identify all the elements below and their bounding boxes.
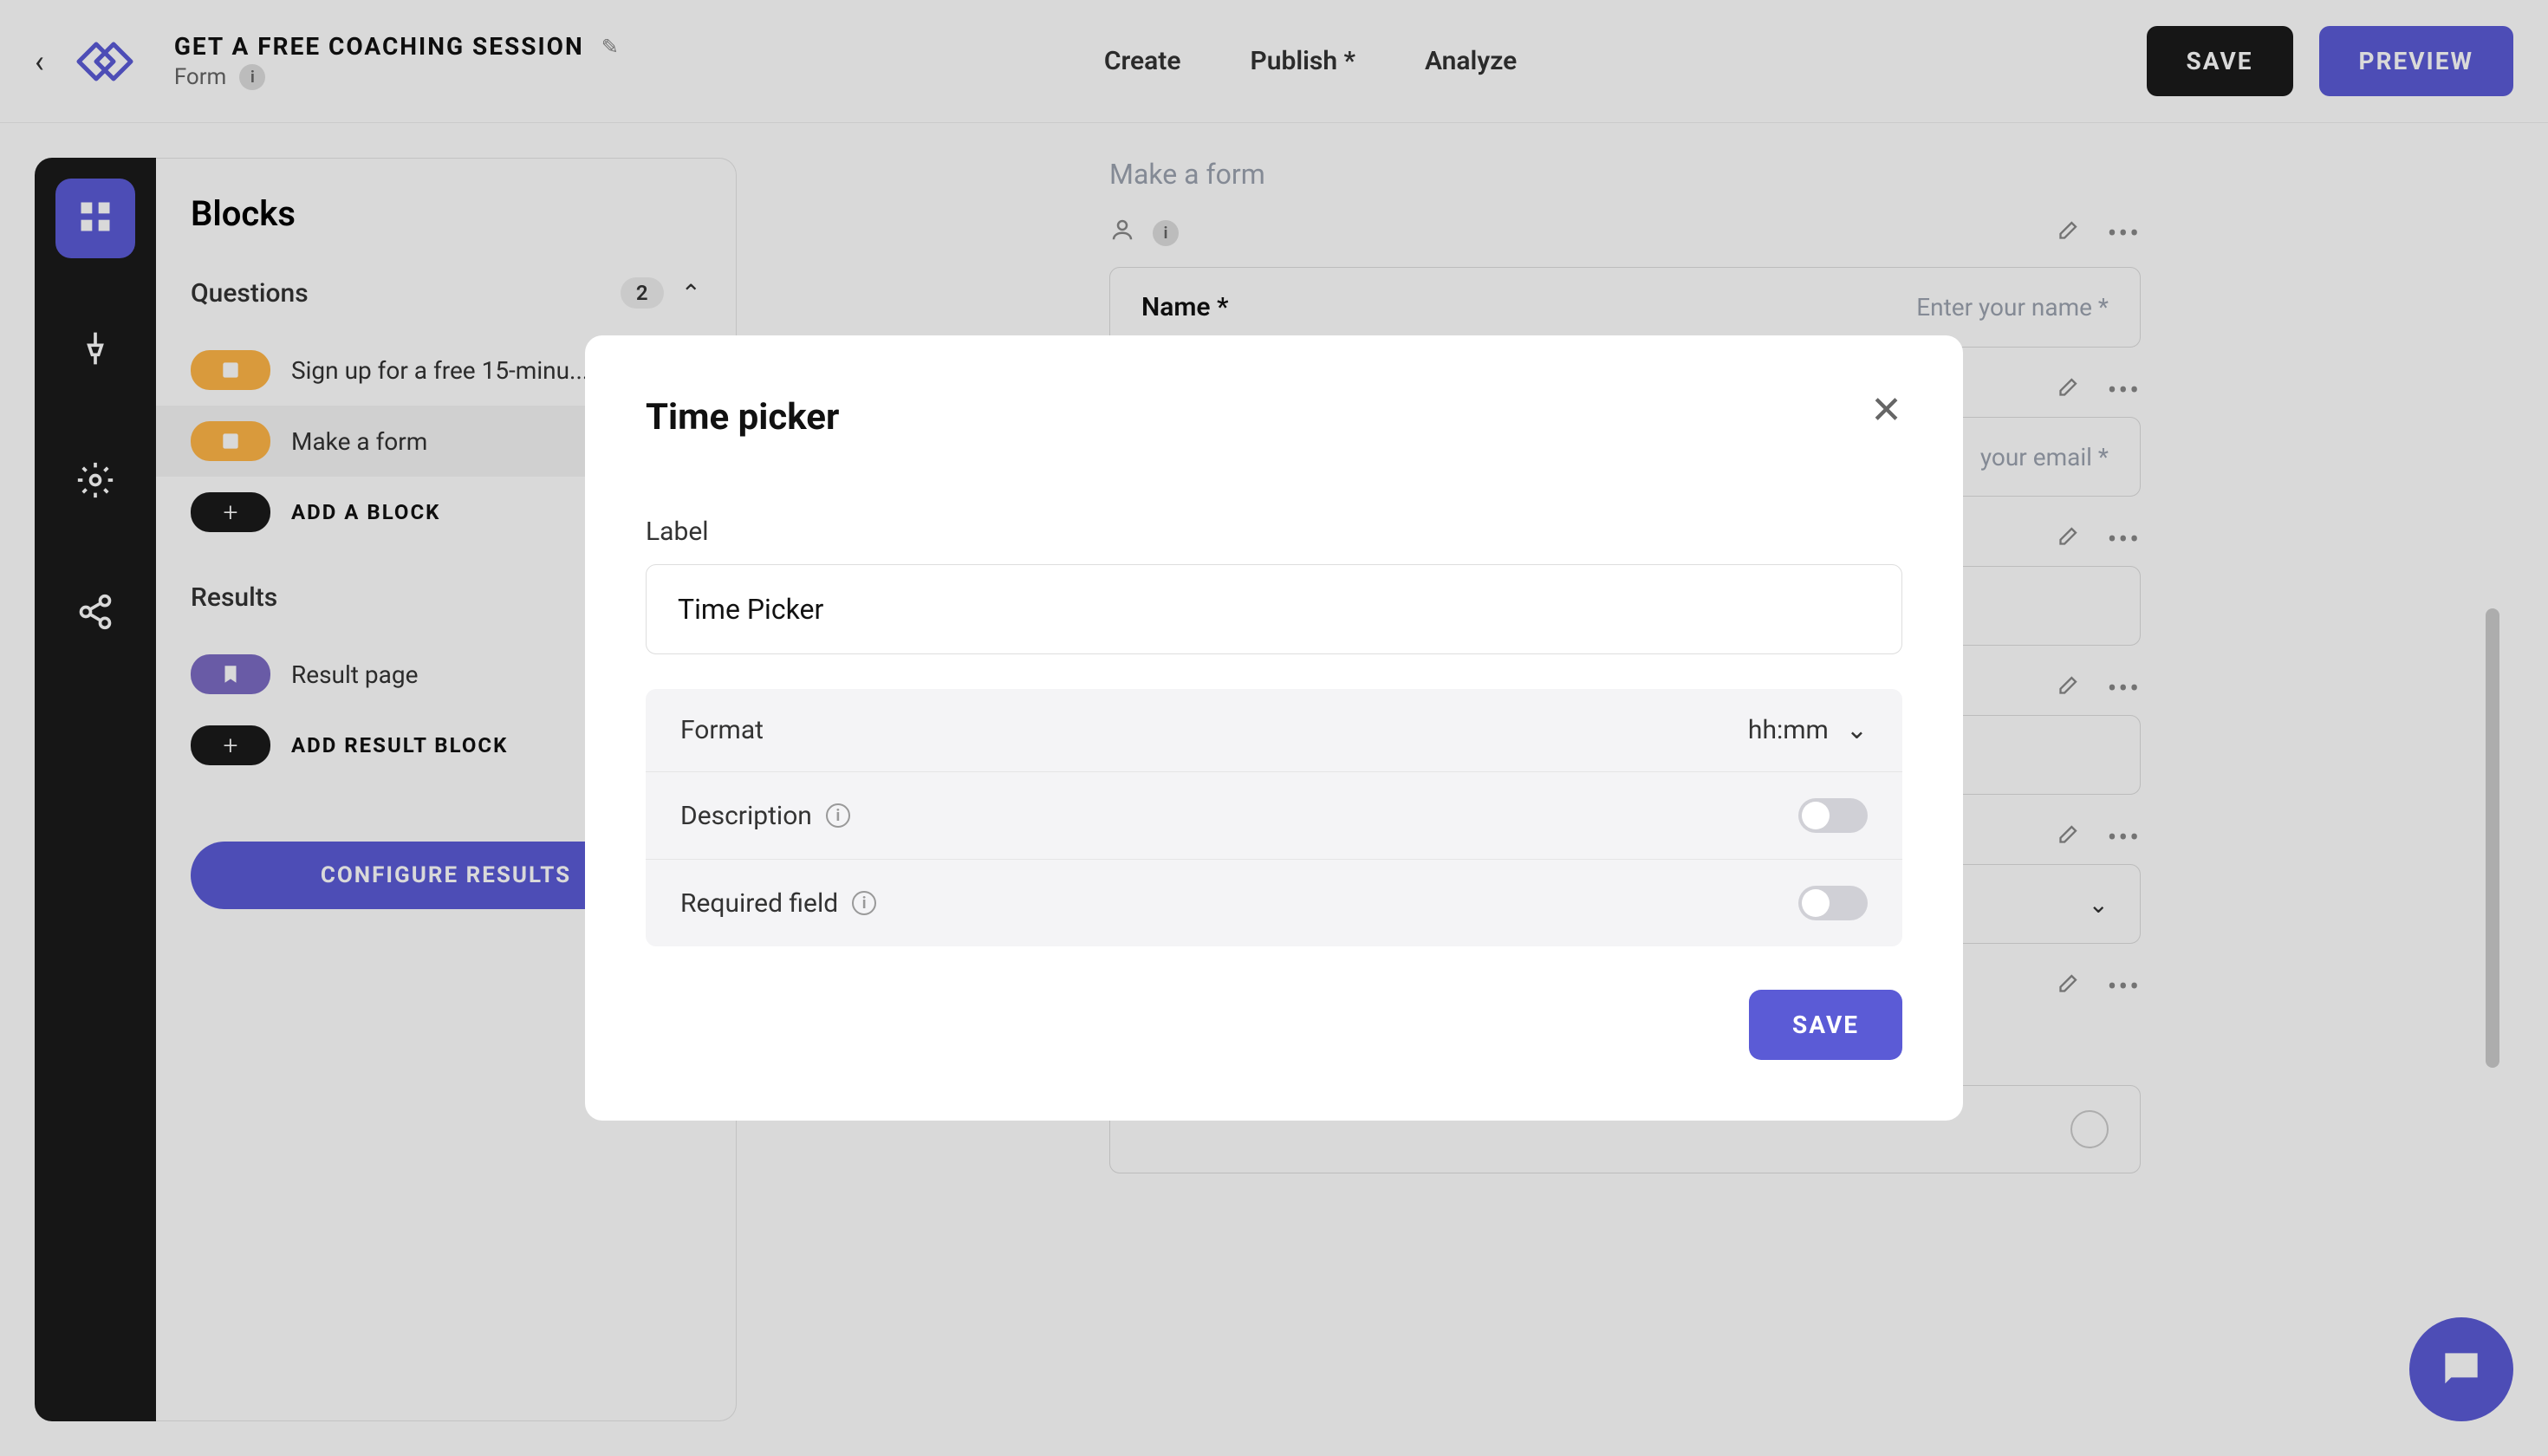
chevron-down-icon: ⌄: [1846, 715, 1868, 745]
description-row: Description i: [646, 772, 1902, 860]
label-field-label: Label: [646, 517, 1902, 547]
description-toggle[interactable]: [1798, 798, 1868, 833]
info-icon[interactable]: i: [826, 803, 850, 828]
format-row: Format hh:mm ⌄: [646, 689, 1902, 772]
info-icon[interactable]: i: [852, 891, 876, 915]
description-label: Description: [680, 801, 812, 831]
format-value: hh:mm: [1748, 715, 1829, 745]
format-dropdown[interactable]: hh:mm ⌄: [1748, 715, 1868, 745]
format-label: Format: [680, 715, 764, 745]
modal-footer: SAVE: [646, 990, 1902, 1060]
required-label: Required field: [680, 888, 838, 919]
time-picker-modal: Time picker ✕ Label Format hh:mm ⌄ Descr…: [585, 335, 1963, 1121]
modal-save-button[interactable]: SAVE: [1749, 990, 1902, 1060]
required-toggle[interactable]: [1798, 886, 1868, 920]
modal-title: Time picker: [646, 396, 1902, 439]
modal-overlay[interactable]: Time picker ✕ Label Format hh:mm ⌄ Descr…: [0, 0, 2548, 1456]
required-row: Required field i: [646, 860, 1902, 946]
settings-panel: Format hh:mm ⌄ Description i Required fi…: [646, 689, 1902, 946]
label-input[interactable]: [646, 564, 1902, 654]
close-icon[interactable]: ✕: [1870, 387, 1902, 432]
